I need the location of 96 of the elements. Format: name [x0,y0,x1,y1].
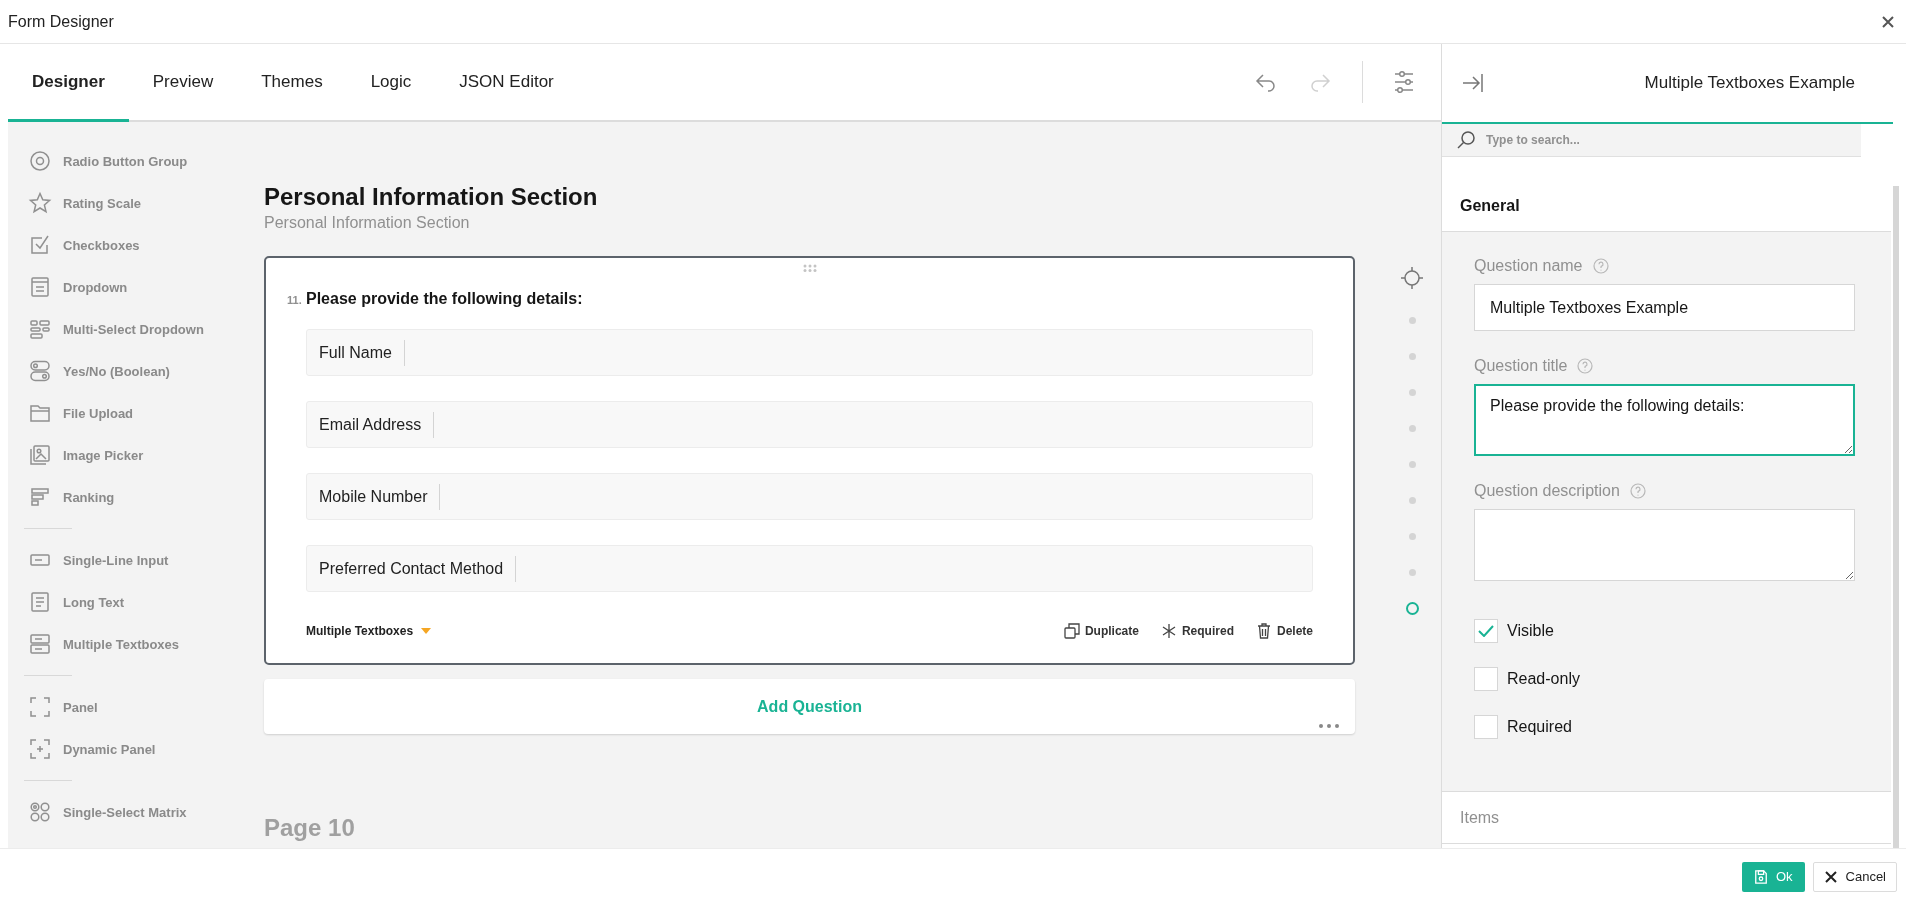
toolbox-item[interactable]: Panel [8,686,240,728]
toolbox-item[interactable]: Long Text [8,581,240,623]
page-marker[interactable] [1408,424,1416,432]
delete-button[interactable]: Delete [1255,623,1313,639]
category-header[interactable]: Items [1442,791,1891,844]
field-label: Mobile Number [319,483,441,510]
page-marker[interactable] [1408,568,1416,576]
textbox-field[interactable]: Email Address [306,401,1313,448]
toolbox-item[interactable]: Rating Scale [8,182,240,224]
page-marker[interactable] [1408,532,1416,540]
textbox-field[interactable]: Mobile Number [306,473,1313,520]
toolbox-item[interactable]: Multiple Textboxes [8,623,240,665]
toggle-icon [28,359,52,383]
toolbox-item[interactable]: Yes/No (Boolean) [8,350,240,392]
asterisk-icon [1160,623,1177,639]
toolbox-item[interactable]: Multi-Select Dropdown [8,308,240,350]
checkbox[interactable] [1474,667,1498,691]
search-icon [1456,130,1476,150]
image-icon [28,443,52,467]
tab[interactable]: JSON Editor [435,44,578,122]
radio-button-icon [28,149,52,173]
page-marker[interactable] [1408,316,1416,324]
toolbox-item[interactable]: Image Picker [8,434,240,476]
checkbox-label: Required [1507,718,1572,736]
dashed-frame-plus-icon [28,737,52,761]
question-title: Please provide the following details: [306,289,583,309]
field-label: Email Address [319,411,435,438]
close-icon[interactable] [1882,15,1894,28]
section-title: Personal Information Section [264,182,599,212]
ranking-bars-icon [28,485,52,509]
input-field[interactable]: Multiple Textboxes Example [1474,284,1855,331]
search-input[interactable]: Type to search... [1484,132,1861,148]
text-lines-icon [28,590,52,614]
close-icon [1823,869,1838,884]
textbox-field[interactable]: Full Name [306,329,1313,376]
page-marker[interactable] [1405,601,1419,615]
toolbox-item[interactable]: Checkboxes [8,224,240,266]
field-label: Preferred Contact Method [319,555,517,582]
search-field[interactable]: Type to search... [1442,124,1861,157]
ok-button[interactable]: Ok [1741,861,1805,892]
checkbox[interactable] [1474,619,1498,643]
help-icon[interactable] [1629,483,1646,499]
list-box-icon [28,275,52,299]
toolbox-item[interactable]: Single-Select Matrix [8,791,240,833]
help-icon[interactable] [1592,258,1609,274]
field-label: Full Name [319,339,405,366]
page-marker[interactable] [1408,460,1416,468]
caret-icon [421,628,432,634]
check-icon [1478,625,1494,637]
checkbox[interactable] [1474,715,1498,739]
tab[interactable]: Themes [237,44,347,122]
star-icon [28,191,52,215]
textarea-field[interactable] [1474,509,1855,581]
field-label: Question name [1474,257,1583,275]
cancel-button[interactable]: Cancel [1812,861,1897,892]
stacked-textboxes-icon [28,632,52,656]
toolbox-item[interactable]: Radio Button Group [8,140,240,182]
duplicate-icon [1063,623,1080,639]
undo-icon[interactable] [1254,72,1278,92]
tab[interactable]: Logic [346,44,436,122]
tag-bars-icon [28,317,52,341]
circles-grid-icon [28,800,52,824]
textbox-field[interactable]: Preferred Contact Method [306,545,1313,592]
add-question-button[interactable]: Add Question [751,696,868,717]
collapse-panel-icon[interactable] [1462,73,1484,93]
page-title: Page 10 [264,814,356,842]
save-icon [1753,869,1768,884]
settings-sliders-icon[interactable] [1393,70,1415,94]
panel-title: Multiple Textboxes Example [1644,73,1855,93]
textarea-field[interactable]: Please provide the following details: [1474,384,1855,456]
question-type-dropdown[interactable]: Multiple Textboxes [306,624,432,638]
required-button[interactable]: Required [1160,623,1234,639]
page-marker[interactable] [1408,388,1416,396]
checkbox-label: Visible [1507,622,1554,640]
page-marker[interactable] [1408,352,1416,360]
window-title: Form Designer [8,12,114,31]
more-icon[interactable] [1319,724,1339,728]
checkbox-icon [28,233,52,257]
duplicate-button[interactable]: Duplicate [1063,623,1139,639]
toolbox-item[interactable]: Dynamic Panel [8,728,240,770]
toolbox-item[interactable]: Ranking [8,476,240,518]
toolbox-item[interactable]: File Upload [8,392,240,434]
section-description: Personal Information Section [264,214,471,232]
help-icon[interactable] [1577,358,1594,374]
drag-handle-icon[interactable] [802,264,817,272]
tab[interactable]: Preview [128,44,238,122]
crosshair-icon[interactable] [1401,267,1423,289]
field-label: Question description [1474,482,1620,500]
dashed-frame-icon [28,695,52,719]
checkbox-label: Read-only [1507,670,1580,688]
toolbox-item[interactable]: Dropdown [8,266,240,308]
toolbox-item[interactable]: Single-Line Input [8,539,240,581]
question-number: 11. [287,293,303,308]
field-label: Question title [1474,357,1568,375]
trash-icon [1255,623,1272,639]
page-marker[interactable] [1408,496,1416,504]
